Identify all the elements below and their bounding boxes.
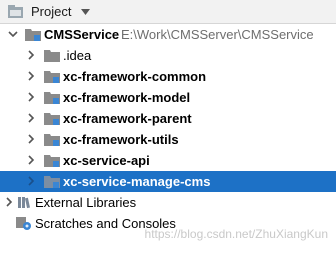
module-folder-icon <box>44 155 60 167</box>
collapsed-arrow-icon[interactable] <box>26 113 36 123</box>
tree-item-xc-framework-common[interactable]: xc-framework-common <box>0 66 336 87</box>
tree-item-xc-framework-parent[interactable]: xc-framework-parent <box>0 108 336 129</box>
collapsed-arrow-icon[interactable] <box>26 71 36 81</box>
expanded-arrow-icon[interactable] <box>8 29 18 39</box>
tree-item-label: External Libraries <box>35 195 137 210</box>
tree-item-label: xc-service-manage-cms <box>63 174 211 189</box>
tree-item-label: .idea <box>63 48 92 63</box>
collapsed-arrow-icon[interactable] <box>4 197 14 207</box>
tree-item-xc-service-manage-cms[interactable]: xc-service-manage-cms <box>0 171 336 192</box>
chevron-down-icon[interactable] <box>81 9 90 15</box>
tree-item-xc-framework-model[interactable]: xc-framework-model <box>0 87 336 108</box>
tree-item-label: xc-framework-utils <box>63 132 179 147</box>
libraries-icon <box>18 197 30 209</box>
tree-item-external-libraries[interactable]: External Libraries <box>0 192 336 213</box>
collapsed-arrow-icon[interactable] <box>26 92 36 102</box>
collapsed-arrow-icon[interactable] <box>26 155 36 165</box>
scratches-icon <box>16 217 31 230</box>
project-tool-window-header: Project <box>0 0 336 24</box>
tree-item-label: xc-framework-common <box>63 69 207 84</box>
module-folder-icon <box>44 176 60 188</box>
watermark: https://blog.csdn.net/ZhuXiangKun <box>144 227 328 241</box>
root-project-name: CMSService <box>44 27 120 42</box>
tree-item-label: xc-framework-model <box>63 90 191 105</box>
module-folder-icon <box>44 113 60 125</box>
module-folder-icon <box>25 29 41 41</box>
tree-item-xc-framework-utils[interactable]: xc-framework-utils <box>0 129 336 150</box>
project-folder-icon <box>8 5 23 18</box>
collapsed-arrow-icon[interactable] <box>26 176 36 186</box>
root-project-path: E:\Work\CMSServer\CMSService <box>121 27 314 42</box>
collapsed-arrow-icon[interactable] <box>26 134 36 144</box>
tree-item-idea[interactable]: .idea <box>0 45 336 66</box>
project-view-label[interactable]: Project <box>31 4 71 20</box>
collapsed-arrow-icon[interactable] <box>26 50 36 60</box>
tree-item-label: xc-service-api <box>63 153 150 168</box>
tree-item-xc-service-api[interactable]: xc-service-api <box>0 150 336 171</box>
tree-root-row[interactable]: CMSService E:\Work\CMSServer\CMSService <box>0 24 336 45</box>
folder-icon <box>44 50 60 62</box>
tree-item-label: xc-framework-parent <box>63 111 192 126</box>
module-folder-icon <box>44 134 60 146</box>
module-folder-icon <box>44 71 60 83</box>
module-folder-icon <box>44 92 60 104</box>
